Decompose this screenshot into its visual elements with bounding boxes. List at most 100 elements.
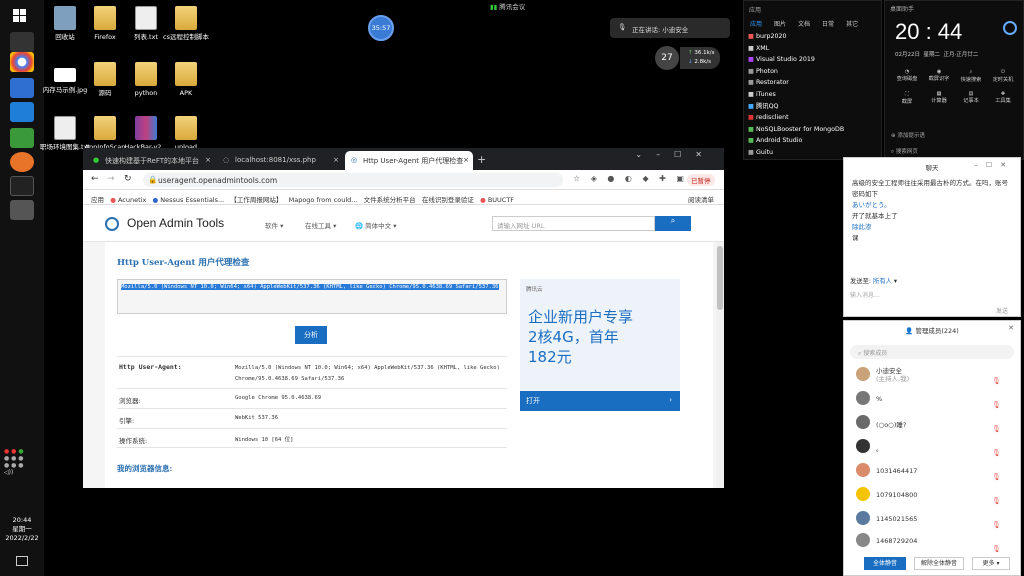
member-row[interactable]: % [876,395,882,403]
windows-start-icon[interactable] [10,6,34,26]
browser-tab[interactable]: ◌ localhost:8081/xss.php × [217,151,343,170]
taskbar-app-icon[interactable] [10,200,34,220]
tool-button[interactable]: ✚ 工具集 [987,91,1019,105]
tab-close-icon[interactable]: × [205,156,211,164]
apps-list-item[interactable]: ■ redisclient [748,112,881,124]
ad-cta-button[interactable]: 打开 › [520,391,680,411]
chat-message: 高级的安全工程师往往采用最古朴的方式。在吗，账号密码如下 [852,179,1008,198]
firefox-taskbar-icon[interactable] [10,152,34,172]
tab-close-icon[interactable]: × [463,156,469,164]
member-row[interactable]: 。 [876,443,883,453]
more-button[interactable]: 更多 ▾ [972,557,1010,570]
bookmark[interactable]: 【工作周报网站】 [230,196,282,204]
forward-icon[interactable]: → [107,174,115,184]
bookmark[interactable]: Mapogo from could... [289,196,358,204]
task-view-icon[interactable] [10,32,34,52]
tab-favicon-icon: ◎ [351,156,358,164]
apps-list-item[interactable]: ■ XML [748,43,881,55]
clock-tools: ◔ 查询磁盘 ◉ 截屏识字 ⌕ 快速搜索 ⏻ 定时关机 ⛶ 截屏 ▦ 计算器 ▤ 记事本 ✚ 工… [891,69,1019,105]
browser-tab-active[interactable]: ◎ Http User-Agent 用户代理检查 × [345,151,473,170]
clock-search[interactable]: ⌕ 搜索网页 [891,147,918,156]
site-logo[interactable]: Open Admin Tools [127,216,224,230]
clock-widget: 桌面助手 20 : 44 02月22日 星期二 正月·正月廿二 ◔ 查询磁盘 ◉ 截… [884,0,1024,160]
bookmark[interactable]: 在线识别登录验证 [422,196,474,204]
tool-button[interactable]: ⏻ 定时关机 [987,69,1019,83]
reload-icon[interactable]: ↻ [124,174,132,184]
close-icon[interactable]: ✕ [1008,324,1014,332]
tab-close-icon[interactable]: × [333,156,339,164]
mic-muted-icons[interactable]: 🎙 🎙 🎙 🎙 🎙 🎙 🎙 🎙 [992,369,1001,561]
taskbar-clock[interactable]: 20:44 星期一 2022/2/22 [0,516,44,543]
apps-tab[interactable]: 图片 [774,19,786,28]
member-row[interactable]: 1468729204 [876,537,917,545]
site-search-input[interactable]: 请输入网址 URL [492,216,655,231]
system-tray[interactable]: ● ● ● ● ● ● ● ● ● ◁)) [4,448,42,498]
tool-button[interactable]: ◉ 截屏识字 [923,69,955,83]
chat-window-controls[interactable]: –☐✕ [974,161,1014,169]
apps-list-item[interactable]: ■ 腾讯QQ [748,101,881,113]
apps-tab[interactable]: 文档 [798,19,810,28]
taskbar-app-icon[interactable] [10,128,34,148]
notification-icon[interactable] [16,556,28,566]
member-row[interactable]: 1079104800 [876,491,917,499]
clock-note[interactable]: ⊕ 添加提示语 [891,131,925,139]
scrollbar[interactable] [716,242,724,488]
nav-software[interactable]: 软件 ▾ [265,220,283,230]
apps-tab[interactable]: 日常 [822,19,834,28]
mute-all-button[interactable]: 全体静音 [864,557,906,570]
chat-send-button[interactable]: 发送 [996,306,1008,315]
desktop-icon-apk[interactable]: APK [156,62,216,97]
member-row[interactable]: 1031464417 [876,467,917,475]
ua-textarea[interactable]: Mozilla/5.0 (Windows NT 10.0; Win64; x64… [117,279,507,314]
nav-language[interactable]: 🌐 简体中文 ▾ [355,220,397,230]
taskbar-app-icon[interactable] [10,78,34,98]
apps-list-item[interactable]: ■ Restorator [748,77,881,89]
chrome-taskbar-icon[interactable] [10,52,34,72]
new-tab-icon[interactable]: + [477,153,486,166]
member-row[interactable]: 小迪安全 (主持人,我) [876,367,909,383]
tool-button[interactable]: ▤ 记事本 [955,91,987,105]
bookmark[interactable]: Nessus Essentials... [160,196,224,204]
avatar [856,463,870,477]
desktop-icon-cs[interactable]: cs远程控制脚本 [156,6,216,41]
browser-tab[interactable]: ● 快速构建基于ReFT的本地平台 × [87,151,215,170]
bookmark[interactable]: 阅读清单 [688,194,714,204]
ad-banner[interactable]: 腾讯云 企业新用户专享 2核4G，首年 182元 打开 › [520,279,680,411]
taskbar-app-icon[interactable] [10,102,34,122]
apps-tab[interactable]: 应用 [750,19,762,28]
tool-button[interactable]: ◔ 查询磁盘 [891,69,923,83]
analyze-button[interactable]: 分析 [295,326,327,344]
weather-icon[interactable] [1003,21,1017,35]
net-meter-percent[interactable]: 27 [655,46,679,70]
bookmark[interactable]: Acunetix [118,196,146,204]
tool-button[interactable]: ⛶ 截屏 [891,91,923,105]
meeting-label[interactable]: ▮▮ 腾讯会议 [490,1,525,11]
back-icon[interactable]: ← [91,174,99,184]
tool-button[interactable]: ▦ 计算器 [923,91,955,105]
apps-list-item[interactable]: ■ Visual Studio 2019 [748,54,881,66]
apps-list-item[interactable]: ■ iTunes [748,89,881,101]
chat-input[interactable]: 输入消息... [850,290,880,299]
terminal-taskbar-icon[interactable] [10,176,34,196]
member-search-input[interactable]: ⌕ 搜索成员 [850,345,1014,359]
chat-send-to[interactable]: 发送至: 所有人 ▾ [850,276,897,285]
url-input[interactable]: 🔒 useragent.openadmintools.com [143,173,563,187]
timer-badge[interactable]: 35:57 [368,15,394,41]
bookmark[interactable]: 文件系统分析平台 [364,196,416,204]
desktop-icon-upload[interactable]: upload [156,116,216,151]
member-row[interactable]: 1145021565 [876,515,917,523]
paused-badge[interactable]: 已暂停 [687,174,715,186]
nav-online-tools[interactable]: 在线工具 ▾ [305,220,336,230]
apps-list-item[interactable]: ■ Android Studio [748,135,881,147]
apps-tab[interactable]: 其它 [846,19,858,28]
tool-button[interactable]: ⌕ 快速搜索 [955,69,987,83]
apps-list-item[interactable]: ■ Photon [748,66,881,78]
site-search-button[interactable]: ⌕ [655,216,691,231]
apps-list-item[interactable]: ■ burp2020 [748,31,881,43]
window-controls[interactable]: ⌄–☐✕ [635,150,716,159]
unmute-all-button[interactable]: 解除全体静音 [914,557,964,570]
apps-list-item[interactable]: ■ NoSQLBooster for MongoDB [748,124,881,136]
bookmark[interactable]: 应用 [91,196,104,204]
member-row[interactable]: (○o○)睡? [876,419,906,429]
bookmark[interactable]: BUUCTF [488,196,514,204]
